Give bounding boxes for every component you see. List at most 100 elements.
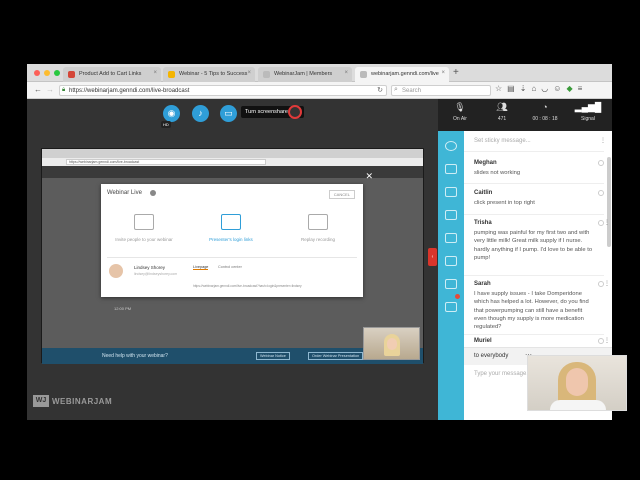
search-icon: ⌕: [394, 86, 398, 93]
modal-cancel-button: CANCEL: [328, 190, 355, 199]
home-icon[interactable]: ⌂: [531, 84, 536, 93]
invite-people-icon: [134, 214, 154, 230]
navigation-bar: ← → 🔒︎ https://webinarjam.genndi.com/liv…: [27, 82, 612, 99]
message-author: Sarah: [474, 281, 491, 287]
close-tab-icon[interactable]: ×: [247, 70, 251, 76]
webinarjam-logo: WJ WEBINARJAM: [33, 395, 112, 407]
chat-message: Trisha pumping was painful for my first …: [474, 220, 610, 262]
message-text: I have supply issues - I take Domperidon…: [474, 291, 589, 331]
close-tab-icon[interactable]: ×: [441, 70, 445, 76]
message-author: Meghan: [474, 160, 497, 166]
bookmark-star-icon[interactable]: ☆: [495, 84, 502, 93]
search-input[interactable]: ⌕ Search: [391, 85, 491, 96]
webinar-live-modal: Webinar Live CANCEL ✕ Invite people to y…: [101, 171, 373, 297]
browser-window: Product Add to Cart Links × Webinar - 5 …: [27, 64, 612, 420]
extension-icon[interactable]: ◆: [566, 84, 572, 93]
livepage-tab: Livepage: [193, 265, 209, 270]
camera-toggle-button[interactable]: ◉: [163, 105, 180, 122]
screenshare-toggle-button[interactable]: ▭: [220, 105, 237, 122]
clock-icon: ◔: [542, 102, 548, 112]
tab-product-links[interactable]: Product Add to Cart Links ×: [63, 67, 161, 82]
message-select-icon[interactable]: [598, 190, 604, 196]
message-author: Trisha: [474, 220, 492, 226]
replay-option: Replay recording: [275, 214, 361, 242]
forward-icon[interactable]: →: [46, 85, 54, 94]
presenter-camera-thumbnail: [363, 327, 420, 360]
tab-bar: Product Add to Cart Links × Webinar - 5 …: [27, 64, 612, 82]
collapse-panel-button[interactable]: ‹: [428, 248, 437, 266]
reload-icon[interactable]: ↻: [377, 86, 383, 94]
presenter-icon: [221, 214, 241, 230]
screen-recording: Product Add to Cart Links × Webinar - 5 …: [0, 0, 640, 480]
address-bar[interactable]: 🔒︎ https://webinarjam.genndi.com/live-br…: [59, 85, 387, 96]
close-tab-icon[interactable]: ×: [153, 70, 157, 76]
gmail-icon: [68, 71, 75, 78]
message-menu-icon[interactable]: ⋮: [604, 219, 610, 226]
chat-message: Sarah I have supply issues - I take Domp…: [474, 281, 610, 331]
poll-icon[interactable]: [445, 279, 457, 289]
signal-icon: ▂▄▆█: [574, 102, 602, 112]
message-menu-icon[interactable]: ⋮: [604, 280, 610, 287]
presenter-links-option: Presenter's login links: [188, 214, 274, 242]
close-tab-icon[interactable]: ×: [344, 70, 348, 76]
emoji-icon[interactable]: ☺: [553, 84, 561, 93]
back-icon[interactable]: ←: [34, 85, 42, 94]
microphone-toggle-button[interactable]: ♪: [192, 105, 209, 122]
chat-scrollbar[interactable]: [607, 157, 611, 247]
window-controls: [34, 70, 60, 76]
close-window-button[interactable]: [34, 70, 40, 76]
timer-stat: ◔ 00 : 08 : 18: [525, 102, 565, 122]
reading-list-icon[interactable]: ▤: [507, 84, 515, 93]
toolbar-icons: ☆ ▤ ⇣ ⌂ ◡ ☺ ◆ ≡: [495, 84, 582, 93]
presenter-avatar: [109, 264, 123, 278]
minimize-window-button[interactable]: [44, 70, 50, 76]
message-text: pumping was painful for my first two and…: [474, 230, 593, 261]
chat-icon[interactable]: [445, 164, 457, 174]
order-presentation-button: Order Webinar Presentation: [308, 352, 364, 360]
message-author: Caitlin: [474, 190, 493, 196]
menu-icon[interactable]: ≡: [578, 84, 583, 93]
maximize-window-button[interactable]: [54, 70, 60, 76]
chat-message-input[interactable]: Type your message...: [474, 371, 531, 377]
qa-icon[interactable]: [445, 187, 457, 197]
tab-webinarjam-members[interactable]: WebinarJam | Members ×: [258, 67, 352, 82]
document-icon[interactable]: [445, 256, 457, 266]
chat-message: Muriel ⋮: [474, 338, 610, 347]
signal-stat: ▂▄▆█ Signal: [568, 102, 608, 122]
offer-icon[interactable]: [445, 233, 457, 243]
webcam-overlay: [527, 355, 627, 411]
downloads-icon[interactable]: ⇣: [520, 84, 527, 93]
logo-text: WEBINARJAM: [52, 396, 113, 406]
logo-mark: WJ: [33, 395, 49, 407]
message-select-icon[interactable]: [598, 160, 604, 166]
broadcast-controls: ◉ HD ♪ ▭ Turn screenshare OFF: [27, 99, 437, 139]
shared-timestamp: 12:00 PM: [114, 306, 132, 311]
broadcast-icon[interactable]: [445, 210, 457, 220]
pocket-icon[interactable]: ◡: [541, 84, 548, 93]
sticky-menu-icon[interactable]: ⋮: [600, 137, 606, 144]
record-button[interactable]: [288, 105, 302, 119]
slides-icon: [168, 71, 175, 78]
tab-webinar-tips[interactable]: Webinar - 5 Tips to Success ×: [163, 67, 255, 82]
sticky-message-input[interactable]: Set sticky message...: [474, 138, 531, 144]
recipient-label: to everybody: [474, 353, 509, 359]
modal-title: Webinar Live: [107, 190, 142, 196]
presenter-login-link: https://webinarjam.genndi.com/live-broad…: [193, 284, 302, 288]
modal-divider: [107, 257, 357, 258]
broadcast-app: ◉ HD ♪ ▭ Turn screenshare OFF https://we…: [27, 99, 612, 420]
lock-icon: 🔒︎: [62, 87, 66, 93]
play-icon: [308, 214, 328, 230]
chat-message: Meghan slides not working: [474, 160, 604, 177]
hand-raise-icon[interactable]: [445, 302, 457, 312]
message-menu-icon[interactable]: ⋮: [604, 337, 610, 344]
shared-url-bar: https://webinarjam.genndi.com/live-broad…: [42, 158, 423, 166]
help-icon: [150, 190, 156, 196]
tab-live-broadcast[interactable]: webinarjam.genndi.com/live ×: [355, 67, 449, 82]
presenter-email: lindsey@lindseyshorey.com: [134, 272, 178, 276]
attendees-stat: 👥︎ 471: [482, 102, 522, 122]
settings-icon[interactable]: [445, 141, 457, 151]
control-center-tab: Control center: [218, 265, 242, 269]
message-text: slides not working: [474, 170, 521, 176]
new-tab-button[interactable]: +: [453, 67, 459, 78]
stats-bar: 🎙︎ On Air 👥︎ 471 ◔ 00 : 08 : 18 ▂▄▆█ Sig…: [438, 99, 612, 131]
